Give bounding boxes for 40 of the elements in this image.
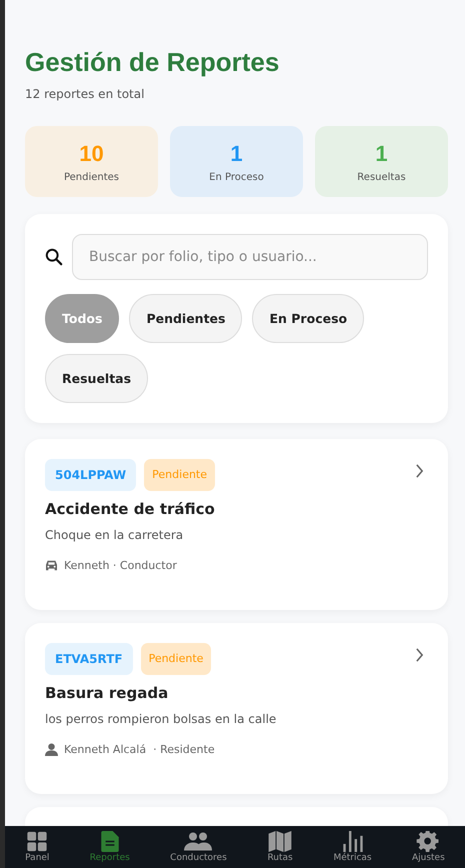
people-icon (184, 831, 212, 852)
nav-item[interactable]: Ajustes (412, 829, 445, 865)
chevron-right-icon (415, 648, 424, 662)
nav-item[interactable]: Conductores (170, 829, 227, 865)
nav-item[interactable]: Métricas (333, 829, 372, 865)
status-tag: Pendiente (140, 643, 212, 675)
settings-icon (416, 831, 440, 852)
status-tag: Pendiente (144, 459, 216, 491)
map-icon (267, 831, 294, 852)
report-card[interactable]: ETVA5RTF Pendiente Basura regada los perros rompieron bolsas en la calle Kenneth Alcalá · Residente (25, 623, 448, 794)
page-title: Gestión de Reportes (25, 46, 280, 78)
chevron-right-icon (415, 464, 424, 478)
report-title: Basura regada (45, 684, 170, 702)
report-user: Kenneth · Conductor (64, 559, 177, 572)
report-user: Kenneth Alcalá · Residente (64, 743, 215, 756)
search-field[interactable]: Buscar por folio, tipo o usuario... (72, 234, 428, 280)
bar-chart-icon (342, 831, 364, 852)
report-card[interactable] (25, 807, 448, 826)
stat-value: 1 (375, 140, 388, 166)
grid-icon (25, 831, 50, 852)
stat-value: 1 (230, 140, 243, 166)
filter-chip[interactable]: En Proceso (252, 294, 364, 343)
report-title: Accidente de tráfico (45, 500, 216, 518)
filter-chip[interactable]: Pendientes (129, 294, 242, 343)
report-description: los perros rompieron bolsas en la calle (45, 712, 278, 726)
stat-label: Pendientes (64, 172, 120, 182)
report-card[interactable]: 504LPPAW Pendiente Accidente de tráfico Choque en la carretera Kenneth · Conductor (25, 439, 448, 610)
report-code-tag: 504LPPAW (45, 459, 136, 491)
report-description: Choque en la carretera (45, 528, 184, 542)
report-code-tag: ETVA5RTF (45, 643, 133, 675)
search-icon (45, 248, 63, 266)
report-count: 12 reportes en total (25, 87, 146, 101)
filter-chip[interactable]: Resueltas (45, 354, 148, 403)
nav-item[interactable]: Reportes (90, 829, 130, 865)
stat-label: Resueltas (357, 172, 406, 182)
stat-value: 10 (79, 140, 104, 166)
nav-item[interactable]: Rutas (267, 829, 294, 865)
nav-item[interactable]: Panel (25, 829, 50, 865)
stat-label: En Proceso (209, 172, 264, 182)
document-icon (100, 831, 120, 852)
